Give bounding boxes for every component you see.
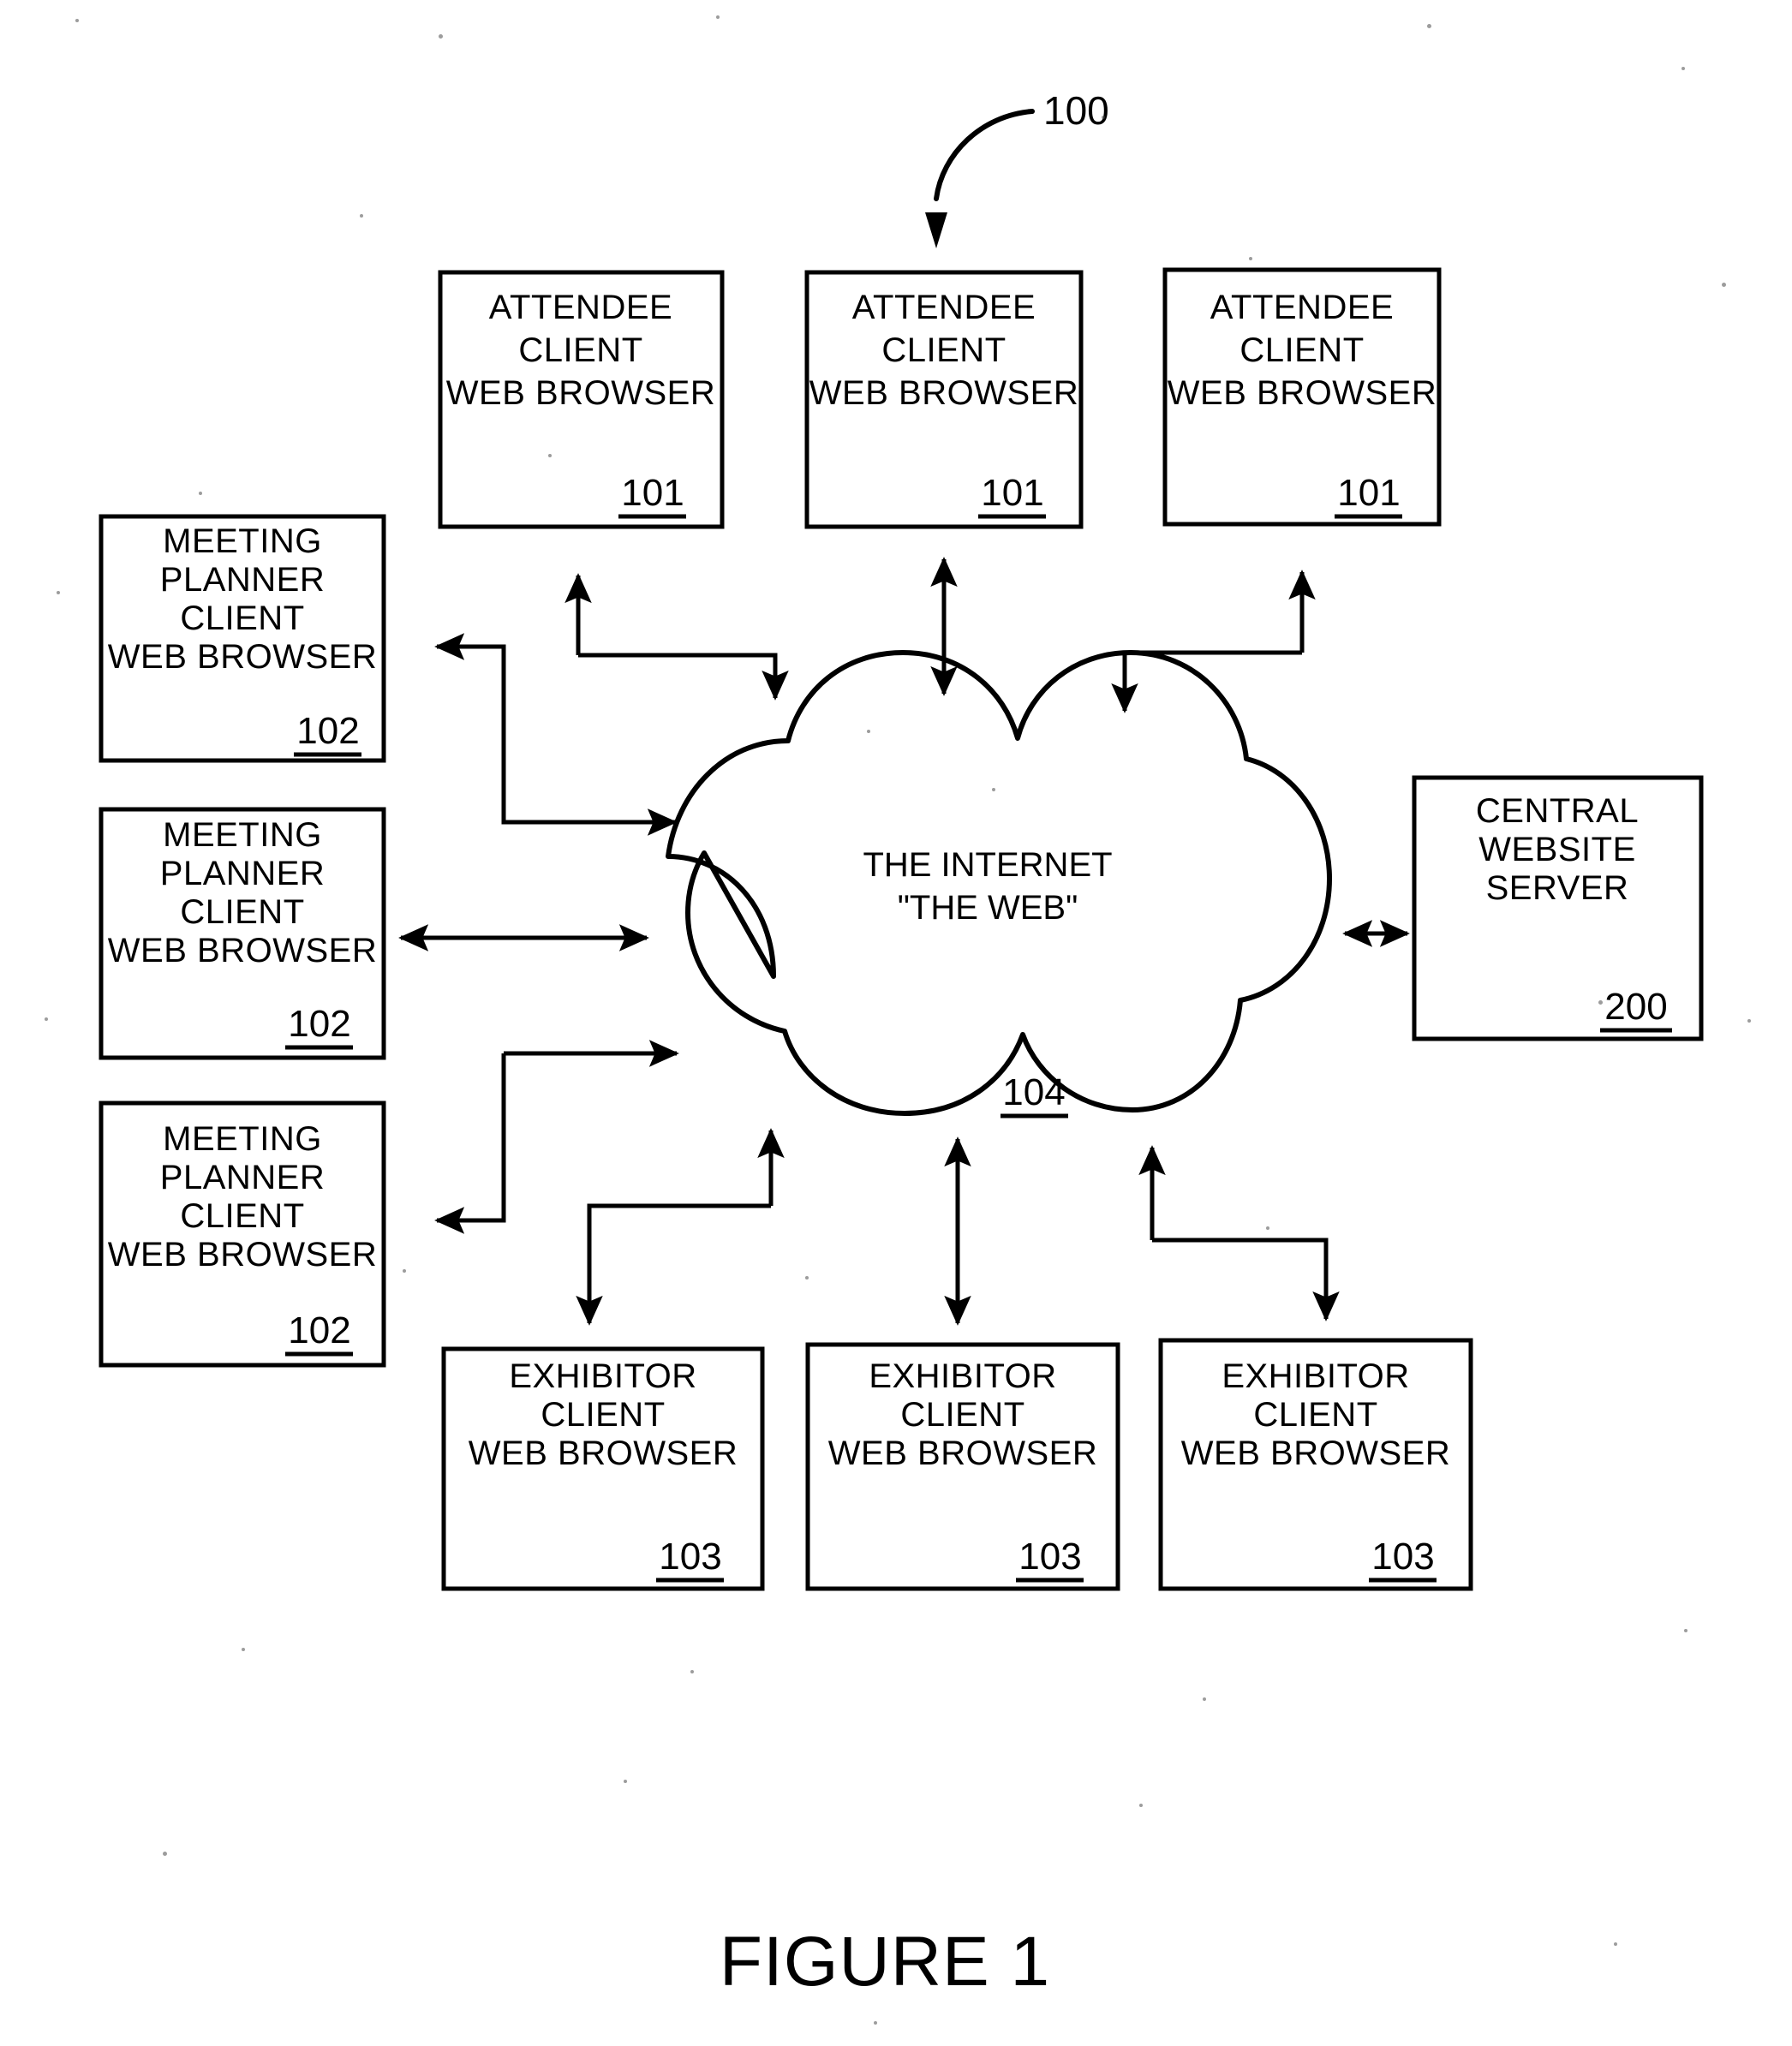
planner-2-line3: CLIENT [180,893,304,931]
server-line1: CENTRAL [1476,792,1639,830]
exhibitor-1-line2: CLIENT [541,1396,665,1434]
exhibitor-1-line1: EXHIBITOR [509,1357,696,1395]
scan-speck [439,34,443,39]
scan-speck [624,1780,627,1783]
exhibitor-1-line3: WEB BROWSER [469,1435,738,1472]
scan-speck [1614,1942,1617,1946]
planner-1-line4: WEB BROWSER [108,638,377,676]
scan-speck [242,1648,245,1651]
planner-2-line1: MEETING [163,816,322,854]
figure-caption: FIGURE 1 [720,1923,1050,2001]
connector-planner1-outbound [501,659,678,836]
attendee-3-ref: 101 [1337,472,1400,514]
meeting-planner-box-2[interactable]: MEETING PLANNER CLIENT WEB BROWSER 102 [99,807,386,1060]
attendee-3-line3: WEB BROWSER [1168,374,1437,412]
attendee-2-line2: CLIENT [881,331,1006,369]
scan-speck [867,730,870,733]
scan-speck [57,591,60,594]
scan-speck [163,1852,167,1856]
attendee-3-line2: CLIENT [1239,331,1364,369]
scan-speck [690,1670,694,1673]
scan-speck [805,1276,809,1279]
planner-2-line4: WEB BROWSER [108,932,377,969]
scan-speck [1722,283,1726,287]
planner-2-ref: 102 [288,1003,350,1045]
scan-speck [1747,1019,1751,1023]
exhibitor-3-line1: EXHIBITOR [1222,1357,1409,1395]
scan-speck [1102,116,1105,119]
planner-1-line1: MEETING [163,522,322,560]
attendee-client-box-3[interactable]: ATTENDEE CLIENT WEB BROWSER 101 [1162,267,1442,527]
scan-speck [199,492,202,495]
scan-speck [75,19,79,22]
connector-exhibitor3-downlink [1152,1238,1340,1321]
planner-1-ref: 102 [296,710,359,752]
callout-arrowhead [925,212,947,248]
planner-3-ref: 102 [288,1309,350,1351]
cloud-label-line1: THE INTERNET [863,846,1112,884]
exhibitor-3-line2: CLIENT [1253,1396,1377,1434]
attendee-2-line3: WEB BROWSER [809,374,1078,412]
scan-speck [874,2021,877,2025]
exhibitor-1-ref: 103 [659,1536,721,1578]
scan-speck [716,15,720,19]
attendee-1-line3: WEB BROWSER [446,374,715,412]
attendee-1-line1: ATTENDEE [489,289,672,326]
scan-speck [360,214,363,218]
attendee-1-ref: 101 [621,472,684,514]
exhibitor-2-line3: WEB BROWSER [828,1435,1097,1472]
scan-speck [1684,1629,1687,1632]
internet-cloud: THE INTERNET "THE WEB" 104 [666,650,1332,1118]
exhibitor-client-box-2[interactable]: EXHIBITOR CLIENT WEB BROWSER 103 [805,1342,1120,1591]
server-line2: WEBSITE [1478,831,1636,868]
connector-exhibitor1-downlink [576,1203,771,1326]
scan-speck [1427,24,1431,28]
patent-figure-page: 100 THE INTERNET "THE WEB" 104 ATTENDEE … [0,0,1792,2046]
exhibitor-3-ref: 103 [1371,1536,1434,1578]
figure-1-diagram: 100 THE INTERNET "THE WEB" 104 ATTENDEE … [99,88,1704,2001]
scan-speck [1266,1226,1269,1230]
meeting-planner-box-3[interactable]: MEETING PLANNER CLIENT WEB BROWSER 102 [99,1101,386,1368]
attendee-3-line1: ATTENDEE [1210,289,1394,326]
system-callout-label: 100 [1043,88,1109,133]
scan-speck [403,1269,406,1273]
attendee-2-line1: ATTENDEE [852,289,1036,326]
exhibitor-client-box-1[interactable]: EXHIBITOR CLIENT WEB BROWSER 103 [441,1346,765,1591]
attendee-2-ref: 101 [981,472,1043,514]
planner-1-line2: PLANNER [160,561,325,599]
scan-speck [1139,1804,1143,1807]
planner-3-line2: PLANNER [160,1159,325,1196]
planner-3-line3: CLIENT [180,1197,304,1235]
server-ref: 200 [1604,986,1667,1028]
exhibitor-3-line3: WEB BROWSER [1181,1435,1450,1472]
exhibitor-client-box-3[interactable]: EXHIBITOR CLIENT WEB BROWSER 103 [1158,1338,1473,1591]
cloud-label-line2: "THE WEB" [898,889,1078,927]
scan-speck [548,454,552,457]
scan-speck [45,1017,48,1021]
scan-speck [1249,257,1252,260]
attendee-client-box-1[interactable]: ATTENDEE CLIENT WEB BROWSER 101 [438,270,725,529]
attendee-1-line2: CLIENT [518,331,642,369]
scan-speck [1203,1697,1206,1701]
scan-speck [1598,1000,1603,1005]
cloud-ref-number: 104 [1002,1071,1065,1113]
exhibitor-2-line2: CLIENT [900,1396,1024,1434]
planner-3-line4: WEB BROWSER [108,1236,377,1274]
planner-2-line2: PLANNER [160,855,325,892]
server-line3: SERVER [1486,869,1629,907]
meeting-planner-box-1[interactable]: MEETING PLANNER CLIENT WEB BROWSER 102 [99,514,386,763]
exhibitor-2-ref: 103 [1018,1536,1081,1578]
exhibitor-2-line1: EXHIBITOR [869,1357,1056,1395]
attendee-client-box-2[interactable]: ATTENDEE CLIENT WEB BROWSER 101 [804,270,1084,529]
central-website-server-box[interactable]: CENTRAL WEBSITE SERVER 200 [1412,775,1704,1041]
connector-attendee1-downlink [578,653,789,701]
planner-3-line1: MEETING [163,1120,322,1158]
scan-speck [992,788,995,791]
system-callout-100: 100 [925,88,1109,248]
planner-1-line3: CLIENT [180,599,304,637]
connector-planner1-inbound [434,633,506,660]
scan-speck [1681,67,1685,70]
connector-planner3-inbound [434,1053,506,1234]
